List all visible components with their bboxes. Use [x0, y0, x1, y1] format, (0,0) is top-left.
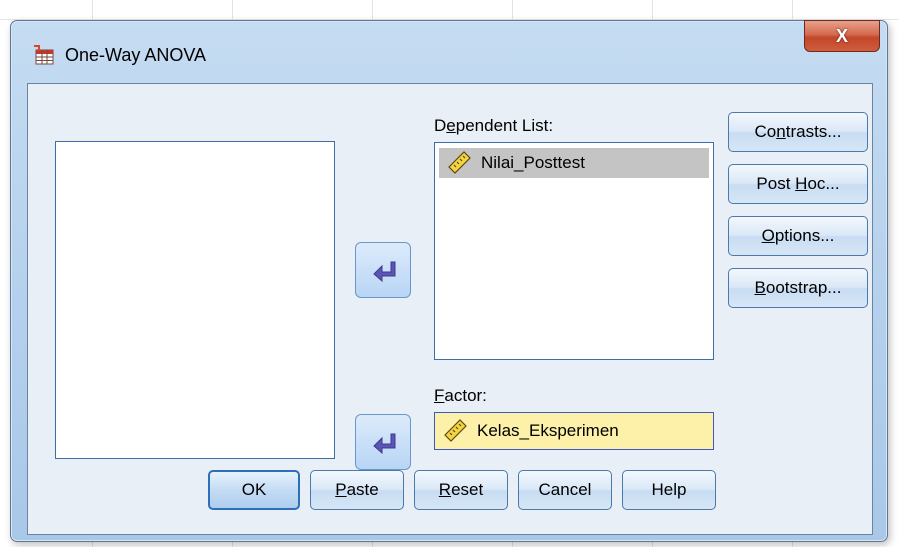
spss-table-icon [34, 45, 54, 65]
dependent-list[interactable]: Nilai_Posttest [434, 142, 714, 360]
bootstrap-button[interactable]: Bootstrap... [728, 268, 868, 308]
ruler-icon [444, 419, 467, 442]
move-left-arrow-icon [373, 433, 396, 455]
reset-button[interactable]: Reset [414, 470, 508, 510]
dependent-list-label: Dependent List: [434, 116, 554, 135]
move-left-arrow-icon [373, 261, 396, 283]
ruler-icon [448, 151, 471, 174]
dependent-variable-name: Nilai_Posttest [481, 153, 585, 172]
source-variable-list[interactable] [55, 141, 335, 459]
post-hoc-button[interactable]: Post Hoc... [728, 164, 868, 204]
cancel-button[interactable]: Cancel [518, 470, 612, 510]
contrasts-button[interactable]: Contrasts... [728, 112, 868, 152]
options-button[interactable]: Options... [728, 216, 868, 256]
dialog-body: Dependent List: Nilai_Posttest Factor: K… [27, 83, 873, 535]
move-to-dependent-button[interactable] [355, 242, 411, 298]
move-to-factor-button[interactable] [355, 414, 411, 470]
help-button[interactable]: Help [622, 470, 716, 510]
close-icon: X [835, 26, 848, 46]
factor-field[interactable]: Kelas_Eksperimen [434, 412, 714, 450]
ok-button[interactable]: OK [208, 470, 300, 510]
one-way-anova-dialog: One-Way ANOVA X Dependent List: Nilai_Po… [10, 20, 888, 542]
factor-variable-name: Kelas_Eksperimen [477, 421, 619, 440]
factor-label: Factor: [434, 386, 487, 405]
list-item[interactable]: Nilai_Posttest [439, 148, 709, 178]
paste-button[interactable]: Paste [310, 470, 404, 510]
close-button[interactable]: X [804, 20, 880, 52]
title-bar: One-Way ANOVA X [11, 20, 887, 83]
window-title: One-Way ANOVA [65, 45, 207, 65]
